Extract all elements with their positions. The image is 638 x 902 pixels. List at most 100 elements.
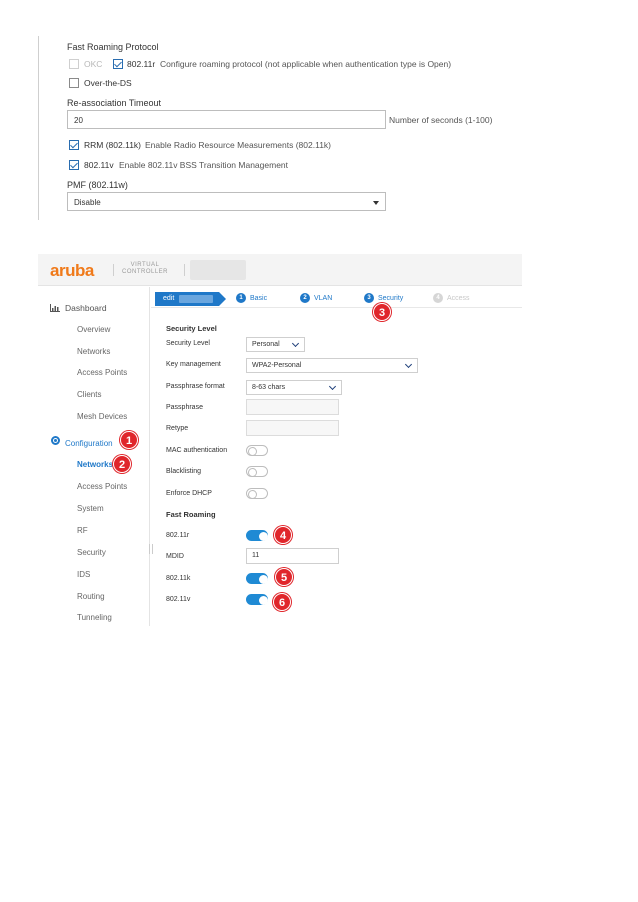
passphrase-format-select[interactable]: 8-63 chars	[246, 380, 342, 395]
caret-down-icon	[373, 201, 379, 205]
passphrase-format-label: Passphrase format	[166, 383, 225, 390]
802-11v-checkbox[interactable]	[69, 160, 79, 170]
header-divider	[113, 264, 114, 276]
sidebar-item-config-access-points[interactable]: Access Points	[77, 482, 127, 491]
security-level-heading: Security Level	[166, 324, 217, 333]
aruba-logo: aruba	[50, 261, 94, 280]
rrm-description: Enable Radio Resource Measurements (802.…	[145, 140, 331, 150]
802-11v-label: 802.11v	[84, 160, 114, 170]
edit-tab-label: edit	[163, 295, 175, 302]
step-vlan[interactable]: 2 VLAN	[300, 293, 332, 303]
802-11r-description: Configure roaming protocol (not applicab…	[160, 59, 452, 69]
sidebar-item-overview[interactable]: Overview	[77, 325, 110, 334]
okc-label: OKC	[84, 59, 103, 69]
step-label: Basic	[250, 294, 268, 302]
802-11r-label: 802.11r	[166, 532, 190, 539]
enforce-dhcp-label: Enforce DHCP	[166, 490, 212, 497]
enforce-dhcp-toggle[interactable]	[246, 488, 268, 499]
security-form: Security Level Security Level Personal K…	[151, 310, 522, 626]
step-security[interactable]: 3 Security	[364, 293, 403, 303]
sidebar-item-routing[interactable]: Routing	[77, 592, 105, 601]
mac-authentication-label: MAC authentication	[166, 447, 228, 454]
annotation-badge-6: 6	[273, 593, 291, 611]
product-name-line1: VIRTUAL	[130, 262, 160, 268]
header-bar: aruba VIRTUAL CONTROLLER	[38, 254, 522, 286]
step-access[interactable]: 4 Access	[433, 293, 470, 303]
product-name: VIRTUAL CONTROLLER	[122, 262, 168, 276]
wizard-steps: edit 1 Basic 2 VLAN 3 Security 4 Access	[151, 290, 522, 308]
step-basic[interactable]: 1 Basic	[236, 293, 267, 303]
blacklisting-toggle[interactable]	[246, 466, 268, 477]
sidebar-item-ids[interactable]: IDS	[77, 570, 90, 579]
security-level-value: Personal	[252, 341, 280, 348]
mdid-label: MDID	[166, 553, 184, 560]
controller-name-redacted	[190, 260, 246, 280]
802-11v-description: Enable 802.11v BSS Transition Management	[119, 160, 289, 170]
802-11v-toggle[interactable]	[246, 594, 268, 605]
sidebar-item-security[interactable]: Security	[77, 548, 106, 557]
fast-roaming-heading: Fast Roaming	[166, 510, 216, 519]
edit-tab[interactable]: edit	[155, 292, 226, 306]
802-11r-label: 802.11r	[127, 59, 156, 69]
sidebar-item-tunneling[interactable]: Tunneling	[77, 613, 112, 622]
pmf-select-value: Disable	[74, 198, 101, 207]
step-number: 2	[300, 293, 310, 303]
annotation-badge-4: 4	[274, 526, 292, 544]
802-11v-label: 802.11v	[166, 596, 191, 603]
annotation-badge-2: 2	[113, 455, 131, 473]
802-11k-toggle[interactable]	[246, 573, 268, 584]
fast-roaming-panel: Fast Roaming Protocol OKC 802.11r Config…	[38, 36, 508, 220]
802-11r-toggle[interactable]	[246, 530, 268, 541]
product-name-line2: CONTROLLER	[122, 269, 169, 275]
mac-authentication-toggle[interactable]	[246, 445, 268, 456]
key-management-select[interactable]: WPA2-Personal	[246, 358, 418, 373]
sidebar-item-rf[interactable]: RF	[77, 526, 88, 535]
sidebar-item-networks[interactable]: Networks	[77, 347, 110, 356]
reassoc-title: Re-association Timeout	[67, 98, 162, 108]
pmf-select[interactable]: Disable	[67, 192, 386, 211]
step-label: VLAN	[314, 294, 333, 302]
pmf-title: PMF (802.11w)	[67, 180, 128, 190]
security-level-label: Security Level	[166, 340, 210, 347]
key-management-label: Key management	[166, 361, 221, 368]
sidebar-dashboard[interactable]: Dashboard	[65, 303, 107, 313]
step-label: Security	[378, 294, 404, 302]
chevron-down-icon	[328, 382, 337, 391]
passphrase-label: Passphrase	[166, 404, 203, 411]
network-name-redacted	[179, 295, 213, 303]
okc-checkbox[interactable]	[69, 59, 79, 69]
over-the-ds-checkbox[interactable]	[69, 78, 79, 88]
sidebar-item-config-networks[interactable]: Networks	[77, 460, 113, 469]
retype-input[interactable]	[246, 420, 339, 436]
sidebar-item-mesh-devices[interactable]: Mesh Devices	[77, 412, 127, 421]
802-11r-checkbox[interactable]	[113, 59, 123, 69]
key-management-value: WPA2-Personal	[252, 362, 302, 369]
retype-label: Retype	[166, 425, 189, 432]
blacklisting-label: Blacklisting	[166, 468, 202, 475]
802-11k-label: 802.11k	[166, 575, 191, 582]
annotation-badge-1: 1	[120, 431, 138, 449]
dashboard-icon	[50, 304, 60, 312]
sidebar: Dashboard Overview Networks Access Point…	[38, 287, 150, 626]
passphrase-format-value: 8-63 chars	[252, 384, 286, 391]
over-the-ds-label: Over-the-DS	[84, 78, 132, 88]
step-number: 3	[364, 293, 374, 303]
security-level-select[interactable]: Personal	[246, 337, 305, 352]
passphrase-input[interactable]	[246, 399, 339, 415]
reassoc-timeout-input[interactable]: 20	[67, 110, 386, 129]
chevron-down-icon	[291, 339, 300, 348]
sidebar-item-system[interactable]: System	[77, 504, 104, 513]
step-number: 1	[236, 293, 246, 303]
annotation-badge-3: 3	[373, 303, 391, 321]
chevron-down-icon	[404, 360, 413, 369]
sidebar-configuration[interactable]: Configuration	[65, 439, 113, 448]
rrm-checkbox[interactable]	[69, 140, 79, 150]
mdid-input[interactable]: 11	[246, 548, 339, 564]
sidebar-item-access-points[interactable]: Access Points	[77, 368, 127, 377]
step-number: 4	[433, 293, 443, 303]
reassoc-hint: Number of seconds (1-100)	[389, 115, 493, 125]
rrm-label: RRM (802.11k)	[84, 140, 141, 150]
sidebar-item-clients[interactable]: Clients	[77, 390, 101, 399]
header-divider	[184, 264, 185, 276]
step-label: Access	[447, 294, 470, 302]
